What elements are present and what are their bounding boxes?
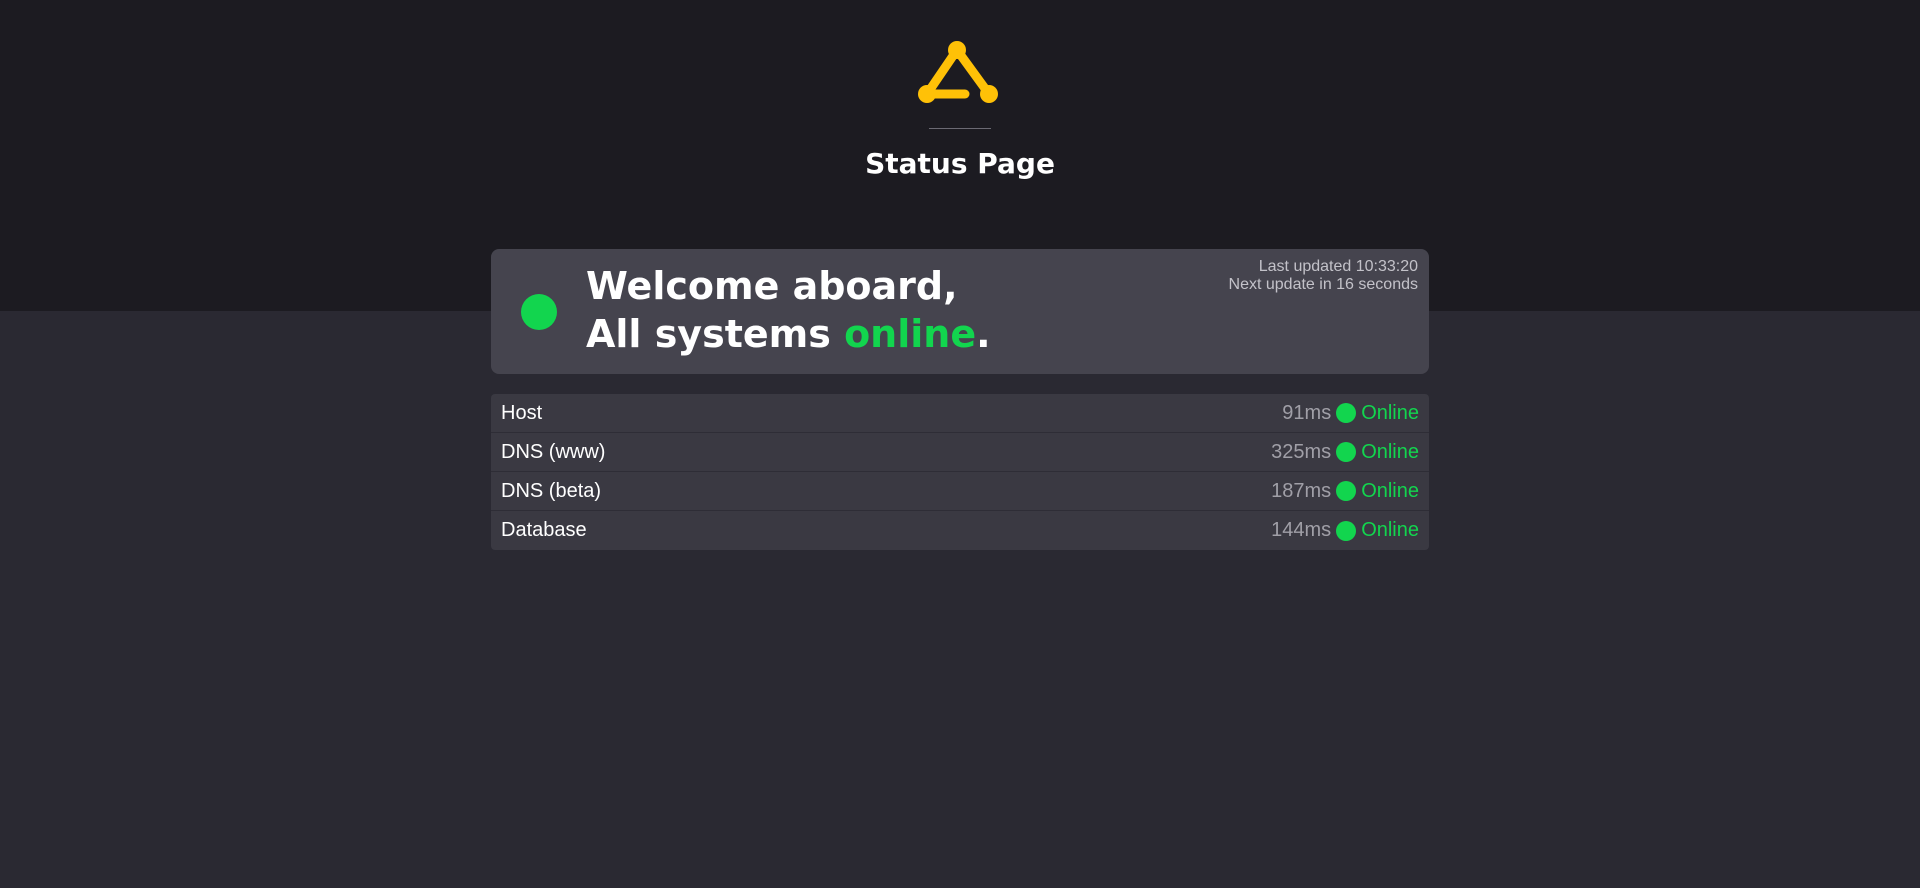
header-divider bbox=[929, 128, 991, 129]
status-dot-icon bbox=[1336, 520, 1357, 541]
service-name: Database bbox=[501, 519, 587, 541]
service-row-dns-beta: DNS (beta) 187ms Online bbox=[491, 472, 1429, 511]
service-latency: 91ms bbox=[1282, 401, 1332, 424]
last-updated-text: Last updated 10:33:20 bbox=[1258, 258, 1418, 275]
logo-icon bbox=[917, 40, 1001, 112]
welcome-message: Welcome aboard, All systems online. bbox=[586, 262, 991, 358]
welcome-card: Welcome aboard, All systems online. Last… bbox=[491, 249, 1429, 374]
next-update-text: Next update in 16 seconds bbox=[1228, 276, 1418, 293]
service-status: 144ms Online bbox=[1271, 519, 1419, 542]
systems-status-suffix: . bbox=[976, 312, 991, 356]
service-name: DNS (beta) bbox=[501, 479, 602, 502]
systems-status-word: online bbox=[844, 312, 977, 356]
page-title: Status Page bbox=[865, 147, 1055, 180]
service-status-text: Online bbox=[1361, 401, 1419, 424]
service-status: 325ms Online bbox=[1271, 441, 1419, 464]
systems-status-line: All systems online. bbox=[586, 310, 991, 358]
status-dot-icon bbox=[1336, 403, 1357, 423]
service-row-dns-www: DNS (www) 325ms Online bbox=[491, 433, 1429, 472]
service-status-text: Online bbox=[1361, 479, 1419, 502]
service-status: 187ms Online bbox=[1271, 480, 1419, 503]
service-latency: 144ms bbox=[1271, 519, 1332, 541]
service-name: DNS (www) bbox=[501, 440, 606, 463]
service-status-text: Online bbox=[1361, 440, 1419, 463]
update-info: Last updated 10:33:20 Next update in 16 … bbox=[1229, 258, 1418, 294]
service-status: 91ms Online bbox=[1282, 402, 1419, 425]
service-latency: 325ms bbox=[1271, 440, 1332, 463]
welcome-heading: Welcome aboard, bbox=[586, 264, 958, 308]
service-status-text: Online bbox=[1361, 519, 1419, 541]
service-name: Host bbox=[501, 401, 543, 424]
overall-status-indicator bbox=[521, 294, 557, 330]
status-dot-icon bbox=[1336, 442, 1357, 462]
service-row-host: Host 91ms Online bbox=[491, 394, 1429, 433]
service-row-database: Database 144ms Online bbox=[491, 511, 1429, 550]
systems-status-prefix: All systems bbox=[586, 312, 845, 356]
status-dot-icon bbox=[1336, 481, 1357, 501]
service-latency: 187ms bbox=[1271, 479, 1332, 502]
services-list: Host 91ms Online DNS (www) 325ms Online … bbox=[491, 394, 1429, 550]
